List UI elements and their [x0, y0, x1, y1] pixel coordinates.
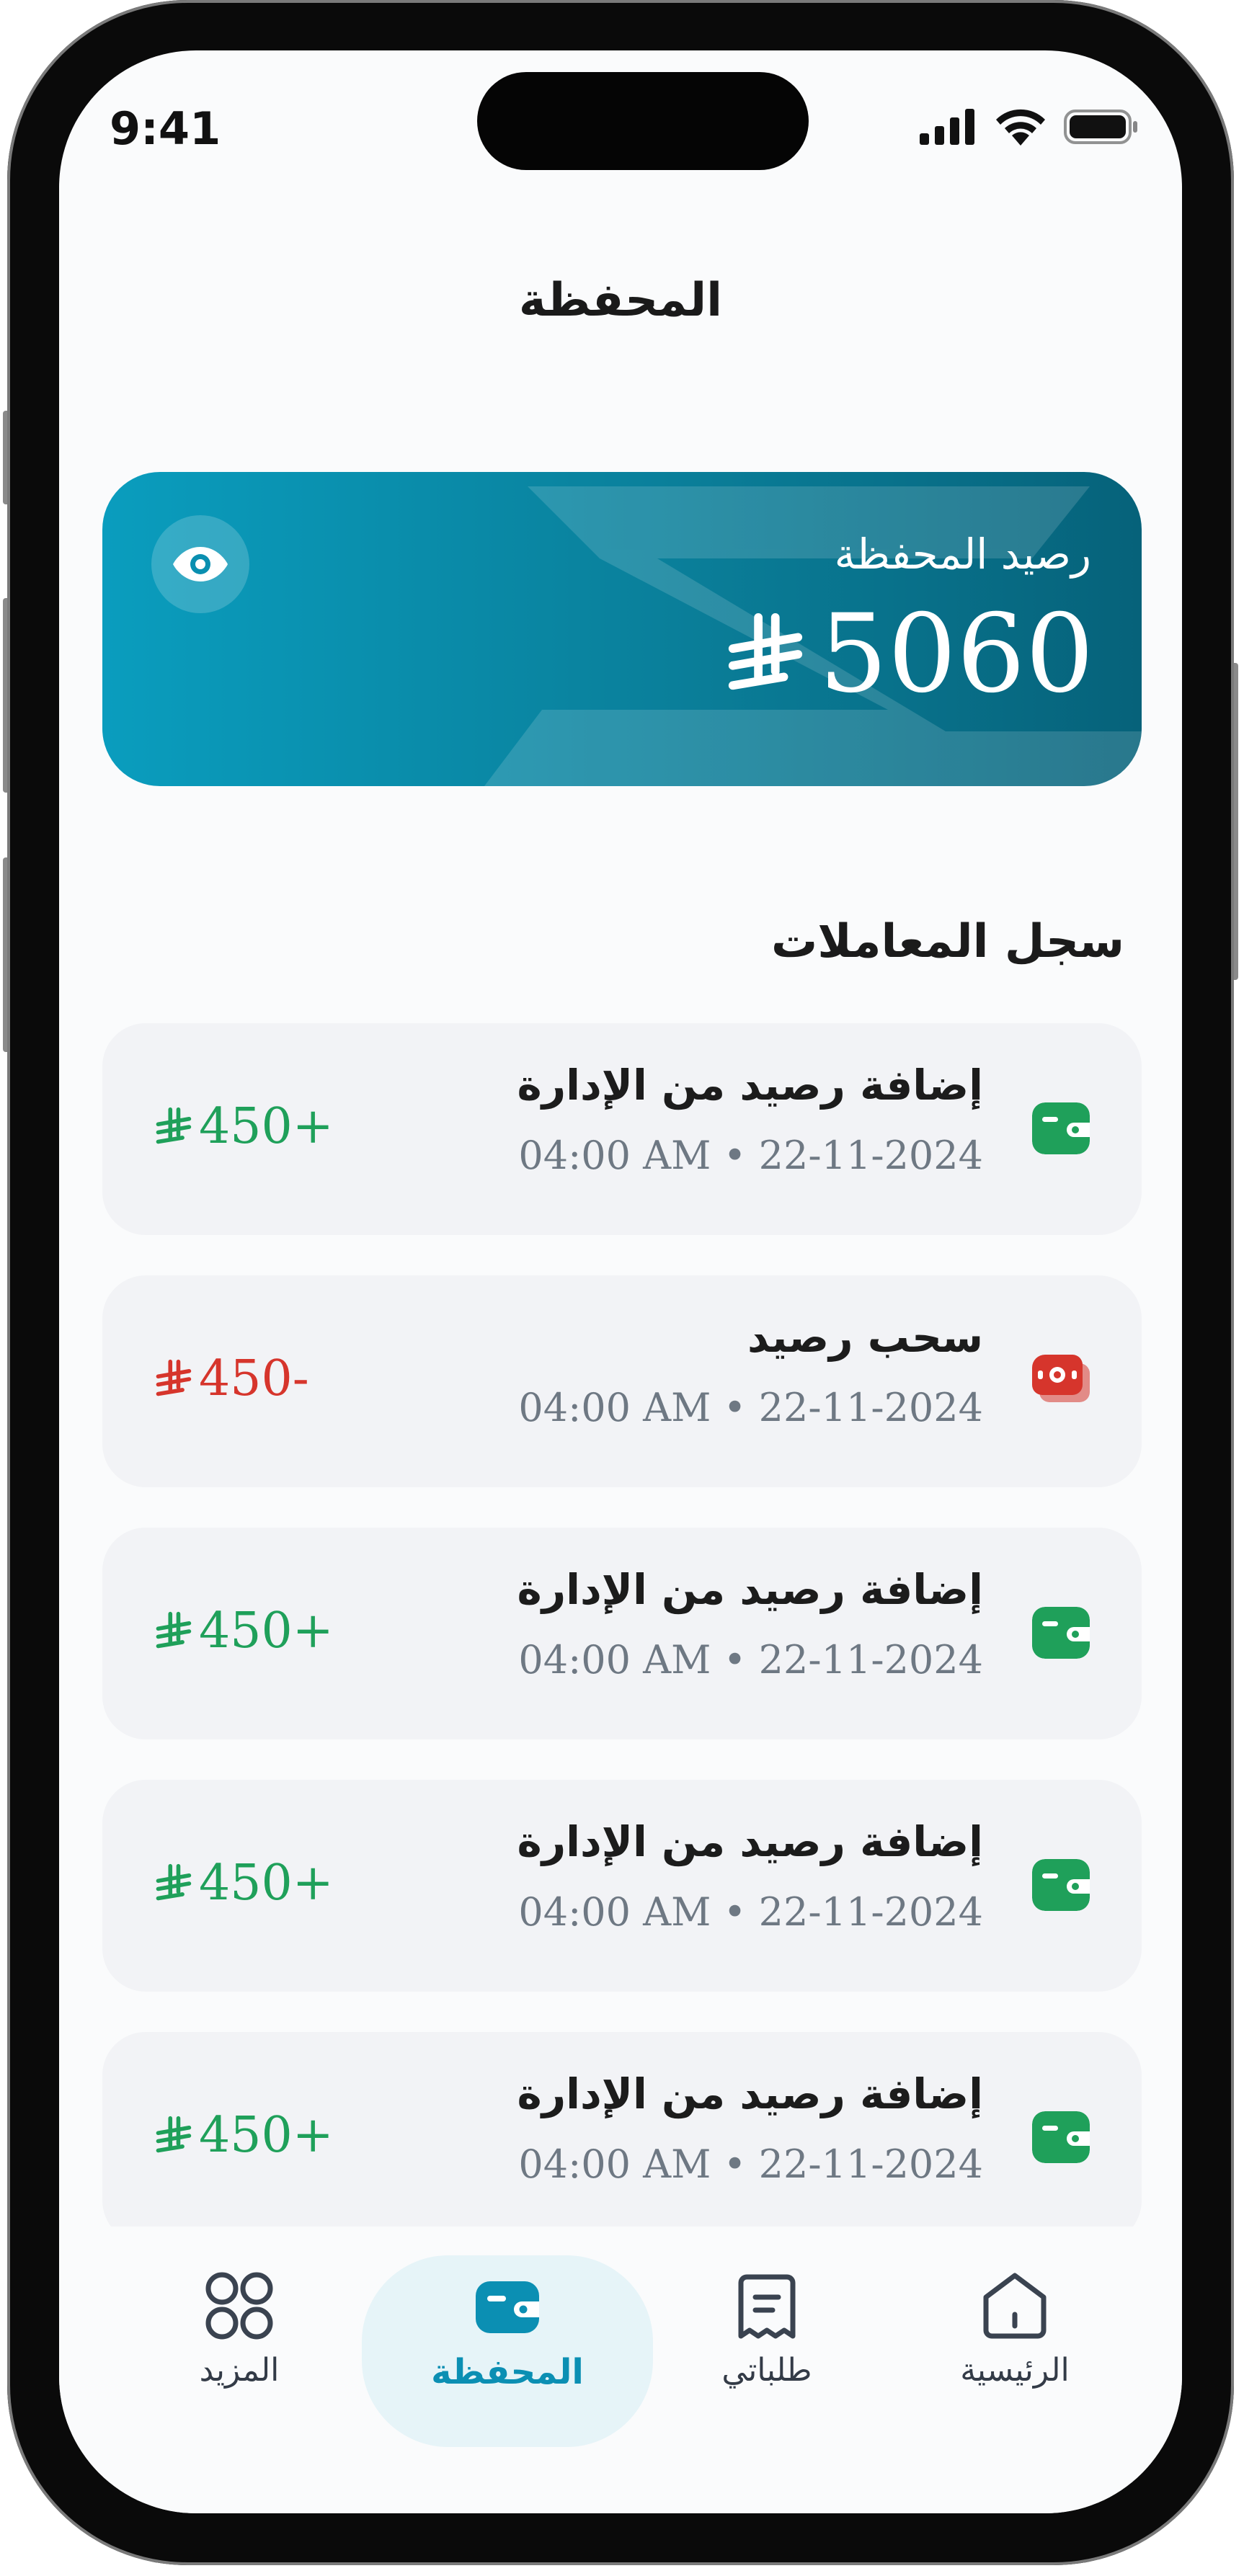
balance-card: رصيد المحفظة 5060	[102, 472, 1142, 786]
bottom-navigation: المزيد المحفظة طلباتي الرئيسية	[59, 2227, 1182, 2513]
transaction-amount-value: 450+	[199, 1098, 334, 1155]
nav-label: طلباتي	[721, 2352, 812, 2389]
home-icon	[983, 2273, 1047, 2339]
dynamic-island	[477, 72, 809, 170]
transaction-amount: 450+	[153, 1098, 334, 1155]
cash-withdraw-icon	[1032, 1355, 1090, 1402]
transaction-datetime: 04:00 AM • 22-11-2024	[518, 1133, 983, 1178]
transaction-amount-value: 450+	[199, 1603, 334, 1659]
transaction-amount: 450+	[153, 1855, 334, 1912]
wifi-icon	[996, 109, 1045, 146]
receipt-icon	[738, 2274, 796, 2339]
wallet-credit-icon	[1032, 2111, 1090, 2163]
transaction-datetime: 04:00 AM • 22-11-2024	[518, 1637, 983, 1683]
transaction-datetime: 04:00 AM • 22-11-2024	[518, 2142, 983, 2187]
toggle-balance-visibility-button[interactable]	[151, 515, 249, 613]
transaction-title: إضافة رصيد من الإدارة	[517, 1817, 984, 1866]
transaction-amount: 450+	[153, 2107, 334, 2164]
transaction-row[interactable]: إضافة رصيد من الإدارة 04:00 AM • 22-11-2…	[102, 2032, 1142, 2244]
transaction-title: إضافة رصيد من الإدارة	[517, 1565, 984, 1614]
eye-icon	[173, 547, 228, 581]
transaction-amount: 450-	[153, 1350, 309, 1407]
balance-amount: 5060	[721, 600, 1094, 708]
wallet-credit-icon	[1032, 1607, 1090, 1659]
transaction-amount-value: 450+	[199, 1855, 334, 1912]
status-time: 9:41	[110, 102, 221, 155]
riyal-currency-icon	[156, 1107, 192, 1144]
balance-label: رصيد المحفظة	[834, 530, 1091, 579]
transactions-section-title: سجل المعاملات	[770, 915, 1124, 968]
status-icons	[920, 108, 1139, 146]
riyal-currency-icon	[729, 612, 803, 690]
transaction-datetime: 04:00 AM • 22-11-2024	[518, 1889, 983, 1935]
riyal-currency-icon	[156, 2116, 192, 2152]
transaction-amount-value: 450-	[199, 1350, 309, 1407]
phone-frame: 9:41 المحفظة رصيد المحفظة 5060 سجل المعا…	[3, 0, 1238, 2576]
wallet-icon	[476, 2281, 539, 2333]
nav-label: المزيد	[199, 2352, 280, 2389]
transaction-datetime: 04:00 AM • 22-11-2024	[518, 1385, 983, 1430]
nav-item-orders[interactable]: طلباتي	[659, 2270, 875, 2389]
transaction-amount-value: 450+	[199, 2107, 334, 2164]
transaction-row[interactable]: إضافة رصيد من الإدارة 04:00 AM • 22-11-2…	[102, 1528, 1142, 1739]
battery-icon	[1064, 110, 1137, 144]
transaction-title: إضافة رصيد من الإدارة	[517, 1061, 984, 1110]
transaction-row[interactable]: إضافة رصيد من الإدارة 04:00 AM • 22-11-2…	[102, 1023, 1142, 1235]
transaction-title: سحب رصيد	[747, 1313, 983, 1362]
riyal-currency-icon	[156, 1863, 192, 1900]
nav-label: الرئيسية	[960, 2352, 1070, 2389]
cellular-signal-icon	[920, 109, 974, 145]
nav-item-home[interactable]: الرئيسية	[907, 2270, 1123, 2389]
riyal-currency-icon	[156, 1359, 192, 1396]
riyal-currency-icon	[156, 1611, 192, 1648]
balance-value: 5060	[819, 592, 1094, 717]
nav-label: المحفظة	[431, 2352, 584, 2392]
grid-icon	[205, 2272, 273, 2340]
transaction-row[interactable]: سحب رصيد 04:00 AM • 22-11-2024 450-	[102, 1275, 1142, 1487]
transaction-title: إضافة رصيد من الإدارة	[517, 2069, 984, 2118]
nav-item-more[interactable]: المزيد	[131, 2270, 347, 2389]
transaction-amount: 450+	[153, 1603, 334, 1659]
transaction-row[interactable]: إضافة رصيد من الإدارة 04:00 AM • 22-11-2…	[102, 1780, 1142, 1992]
page-title: المحفظة	[518, 274, 723, 327]
wallet-credit-icon	[1032, 1859, 1090, 1911]
wallet-credit-icon	[1032, 1102, 1090, 1154]
screen: 9:41 المحفظة رصيد المحفظة 5060 سجل المعا…	[59, 50, 1182, 2513]
nav-item-wallet[interactable]: المحفظة	[399, 2270, 616, 2392]
